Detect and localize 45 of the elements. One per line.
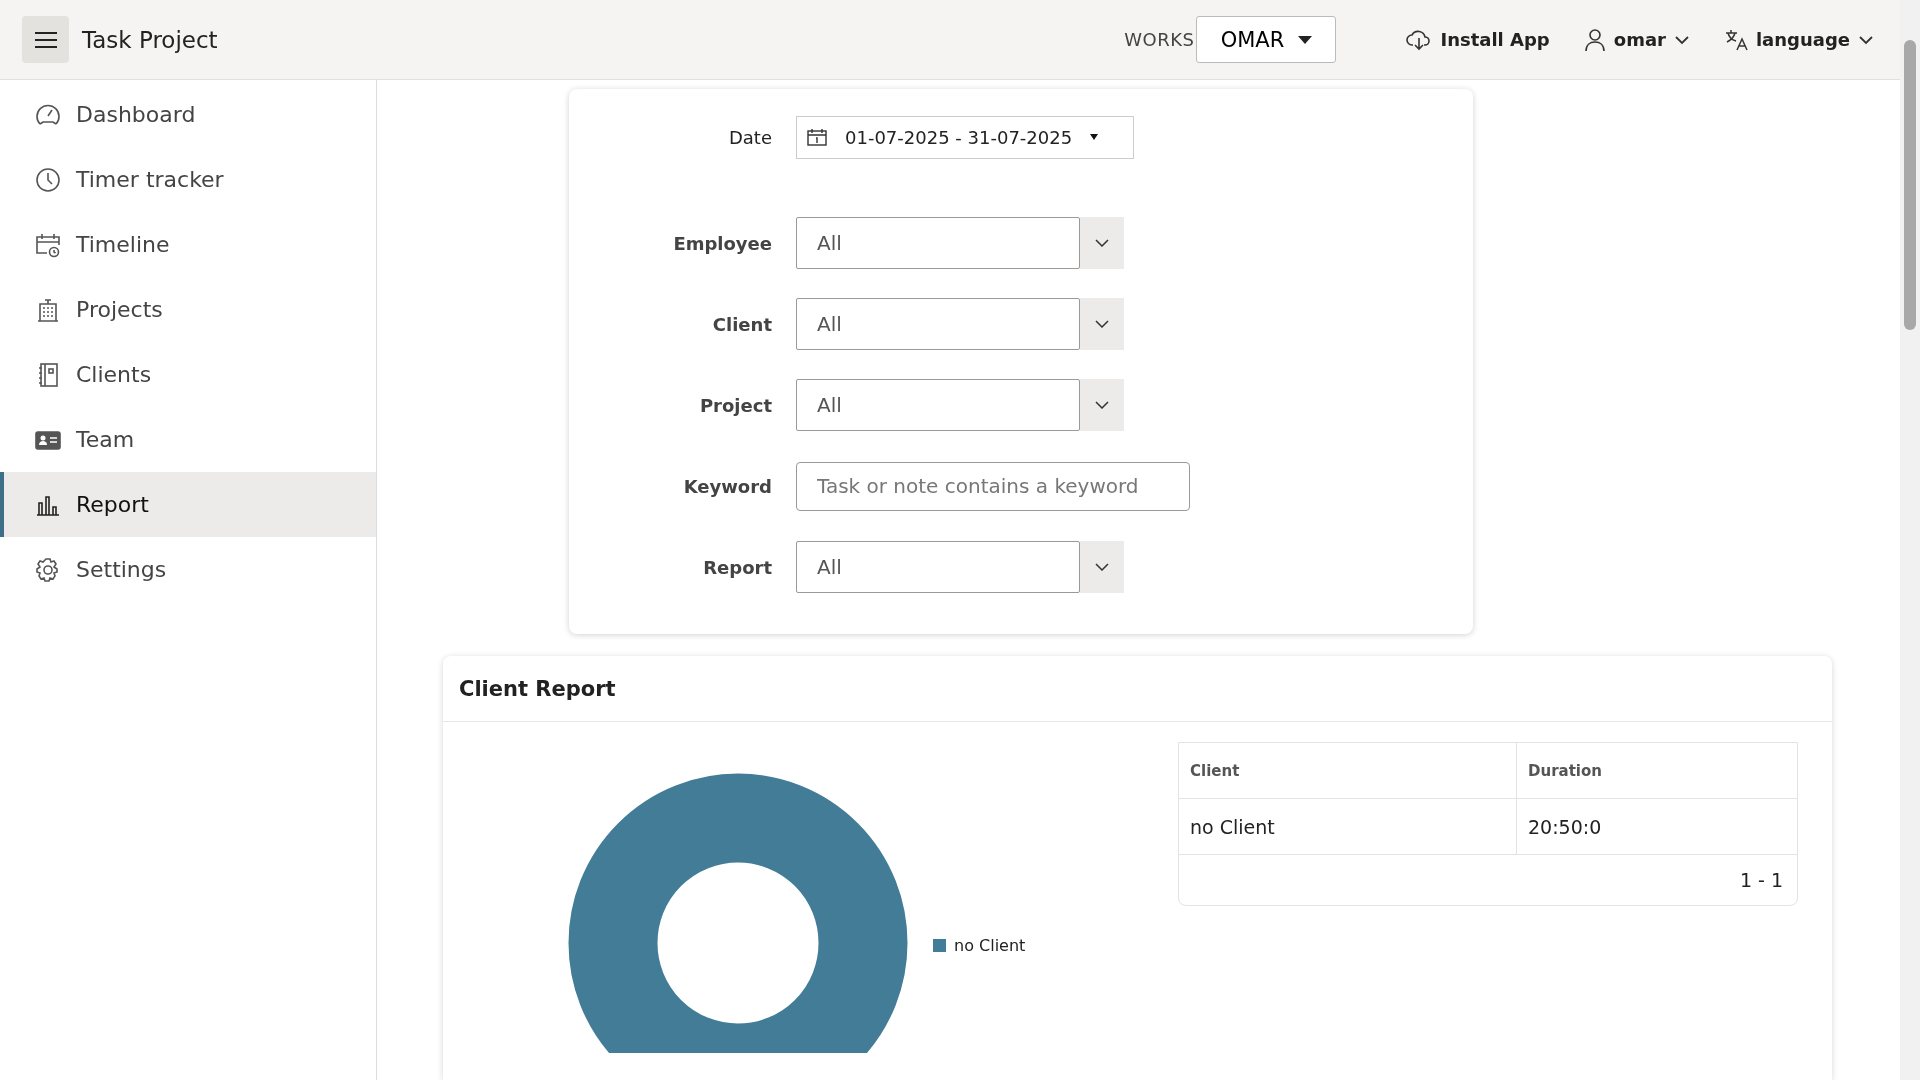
- chevron-down-icon: [1673, 34, 1690, 45]
- sidebar-item[interactable]: Settings: [0, 537, 376, 602]
- sidebar-item[interactable]: Team: [0, 407, 376, 472]
- install-app-button[interactable]: Install App: [1400, 27, 1556, 52]
- date-range-picker[interactable]: 01-07-2025 - 31-07-2025: [796, 115, 1134, 159]
- pagination-text: 1 - 1: [1739, 869, 1783, 891]
- sidebar-item[interactable]: Projects: [0, 277, 376, 342]
- sidebar-item[interactable]: Report: [0, 472, 376, 537]
- column-header: Duration: [1527, 760, 1602, 782]
- translate-icon: [1723, 27, 1748, 52]
- field-label: Client: [711, 313, 773, 335]
- keyword-field[interactable]: Task or note contains a keyword: [796, 461, 1190, 511]
- field-label: Employee: [672, 232, 773, 254]
- menu-button[interactable]: [22, 16, 69, 63]
- user-icon: [1583, 27, 1606, 52]
- caret-icon: [1090, 134, 1099, 140]
- menu-icon: [33, 30, 58, 49]
- column-header: Client: [1179, 743, 1517, 798]
- field-label: Keyword: [682, 475, 773, 497]
- field-label: Date: [727, 126, 773, 148]
- calendar-icon: [807, 128, 827, 146]
- legend-label: no Client: [954, 936, 1026, 955]
- chevron-down-icon: [1095, 320, 1109, 328]
- card-title: Client Report: [459, 676, 616, 701]
- app-title: Task Project: [82, 26, 218, 53]
- sidebar-item[interactable]: Dashboard: [0, 82, 376, 147]
- scrollbar[interactable]: [1900, 0, 1920, 1080]
- field-label: Project: [698, 394, 773, 416]
- workspace-label: WORKS: [1124, 29, 1195, 50]
- table-cell-text: 20:50:0: [1527, 814, 1602, 840]
- language-menu[interactable]: language: [1717, 26, 1880, 53]
- field-label: Report: [702, 556, 773, 578]
- user-menu[interactable]: omar: [1577, 26, 1696, 53]
- clock-icon: [34, 165, 62, 194]
- chevron-down-icon: [1095, 239, 1109, 247]
- sidebar-item[interactable]: Clients: [0, 342, 376, 407]
- cloud-download-icon: [1406, 28, 1433, 51]
- table-cell: no Client: [1179, 799, 1517, 854]
- chevron-down-icon: [1095, 563, 1109, 571]
- caret-icon: [1298, 35, 1313, 44]
- sidebar-item[interactable]: Timeline: [0, 212, 376, 277]
- chevron-down-icon: [1858, 34, 1874, 45]
- workspace-dropdown[interactable]: OMAR: [1196, 16, 1337, 63]
- chevron-down-icon: [1095, 401, 1109, 409]
- sidebar-item[interactable]: Timer tracker: [0, 147, 376, 212]
